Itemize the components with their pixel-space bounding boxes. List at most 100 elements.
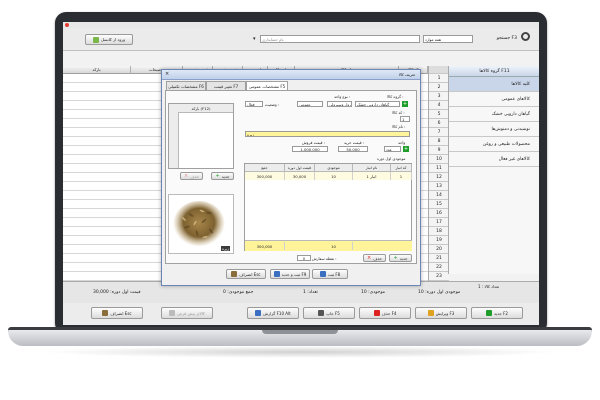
delete-button[interactable]: حذف F4 [359, 307, 411, 319]
save-new-button[interactable]: ثبت و جدید F9 [270, 269, 310, 279]
exit-button[interactable]: انصراف Esc [91, 307, 143, 319]
row-number[interactable]: 1 [429, 74, 449, 83]
row-number[interactable]: 15 [429, 200, 449, 209]
edit-button[interactable]: ویرایش F3 [415, 307, 467, 319]
row-number[interactable]: 4 [429, 101, 449, 110]
row-number[interactable]: 14 [429, 191, 449, 200]
row-number[interactable]: 18 [429, 227, 449, 236]
add-group-icon[interactable]: + [402, 101, 408, 107]
order-point-input[interactable]: 0 [297, 255, 311, 261]
default-goods-button[interactable]: کالای پیش فرض [161, 307, 213, 319]
login-button[interactable]: ورود از کانسل [85, 34, 133, 45]
barcode-list[interactable]: بارکد (F12) [168, 103, 234, 169]
row-number[interactable]: 3 [429, 92, 449, 101]
barcode-row-header [169, 112, 179, 168]
unit2-select[interactable]: عدد [384, 146, 401, 152]
sell-input[interactable]: 1,000,000 [292, 146, 328, 152]
new-button-label: جدید F2 [494, 310, 508, 316]
stock-totals-row: 10 300,000 [245, 240, 412, 251]
search-input[interactable]: نام حسابداری [260, 35, 420, 43]
star-icon [169, 310, 176, 316]
name-input[interactable]: زیره [245, 131, 410, 137]
group-select[interactable]: گیاهان دارویی خشک [355, 101, 400, 107]
stock-row[interactable]: 1 انبار 1 10 30,000 300,000 [245, 172, 412, 180]
stock-col-price: قیمت اول دوره [285, 164, 315, 172]
stock-add-button[interactable]: + جدید [389, 254, 412, 262]
save-button[interactable]: ثبت F8 [312, 269, 348, 279]
status-price-first: قیمت اول دوره: 30,000 [93, 290, 141, 295]
goods-dialog: تعریف کالا × مشخصات تکمیلی F6 تغییر قیمت… [161, 69, 421, 286]
add-unit-icon[interactable]: + [403, 146, 409, 152]
delete-icon: × [367, 255, 372, 261]
buy-input[interactable]: 50,000 [338, 146, 368, 152]
new-button[interactable]: جدید F2 [471, 307, 523, 319]
stock-delete-label: حذف [373, 255, 382, 261]
laptop-shadow [40, 346, 560, 358]
row-number[interactable]: 7 [429, 128, 449, 137]
category-item[interactable]: کالاهای عمومی [449, 92, 539, 107]
row-number[interactable]: 20 [429, 245, 449, 254]
tab-general[interactable]: مشخصات عمومی F5 [246, 81, 288, 90]
row-number[interactable]: 6 [429, 119, 449, 128]
row-number[interactable]: 23 [429, 272, 449, 281]
status-select[interactable]: فعال [245, 101, 263, 107]
row-number[interactable]: 9 [429, 146, 449, 155]
row-number[interactable]: 13 [429, 182, 449, 191]
stock-cell-qty: 10 [315, 172, 353, 180]
row-number[interactable]: 19 [429, 236, 449, 245]
row-number[interactable]: 21 [429, 254, 449, 263]
exit-icon [231, 271, 238, 277]
row-number-column: 1 2 3 4 5 6 7 8 9 10 11 12 13 14 15 16 1… [428, 66, 449, 290]
close-icon[interactable]: × [165, 71, 169, 77]
category-item[interactable]: گیاهان دارویی خشک [449, 107, 539, 122]
big-unit-select[interactable]: رول وسیرولی [327, 101, 352, 107]
row-number[interactable]: 10 [429, 155, 449, 164]
row-number[interactable]: 16 [429, 209, 449, 218]
code-input[interactable]: 1 [400, 116, 410, 122]
status-stock-first: موجودی اول دوره: 10 [418, 290, 461, 295]
row-number[interactable]: 5 [429, 110, 449, 119]
app-window: جستجو F3 همه موارد نام حسابداری ▾ ورود ا… [63, 22, 539, 325]
category-sidebar: گروه کالاها F11 کلیه کالاها کالاهای عموم… [448, 66, 539, 274]
sell-label: قیمت فروش : [302, 140, 325, 145]
row-number[interactable]: 22 [429, 263, 449, 272]
stock-add-label: جدید [399, 255, 408, 261]
barcode-delete-button[interactable]: × حذف [180, 172, 203, 180]
product-image[interactable]: زیره [168, 194, 234, 254]
buy-label: قیمت خرید : [344, 140, 365, 145]
exit-button-label: انصراف Esc [110, 310, 132, 316]
app-logo-icon [65, 23, 69, 27]
unit-type-select[interactable]: عمومی [297, 101, 323, 107]
search-by-select[interactable]: همه موارد [423, 35, 473, 43]
stock-total-sum: 300,000 [245, 242, 285, 250]
row-number[interactable]: 17 [429, 218, 449, 227]
default-goods-button-label: کالای پیش فرض [177, 310, 205, 316]
report-button[interactable]: گزارش F10 Alt [247, 307, 299, 319]
status-stock: موجودی: 10 [361, 290, 386, 295]
barcode-add-button[interactable]: + جدید [211, 172, 234, 180]
stock-cell-name: انبار 1 [353, 172, 391, 180]
unit2-label: واحد [398, 140, 406, 145]
row-number[interactable]: 2 [429, 83, 449, 92]
print-button[interactable]: جاپ F5 [303, 307, 355, 319]
category-item[interactable]: کلیه کالاها [449, 77, 539, 92]
row-number[interactable]: 8 [429, 137, 449, 146]
tab-price[interactable]: تغییر قیمت F7 [206, 81, 246, 90]
stock-table[interactable]: کد انبار نام انبار موجودی قیمت اول دوره … [244, 163, 412, 251]
chevron-down-icon[interactable]: ▾ [253, 36, 256, 42]
status-count: تعداد: 1 [303, 290, 318, 295]
dialog-title: تعریف کالا [398, 72, 415, 77]
stock-delete-button[interactable]: × حذف [363, 254, 386, 262]
row-number[interactable]: 12 [429, 173, 449, 182]
category-item[interactable]: نوشیدنی و دمنوش‌ها [449, 122, 539, 137]
category-item[interactable]: محصولات طبیعی و روغن [449, 137, 539, 152]
search-icon[interactable] [521, 32, 530, 41]
row-number[interactable]: 11 [429, 164, 449, 173]
toolbar: جستجو F3 همه موارد نام حسابداری ▾ ورود ا… [63, 28, 539, 51]
col-barcode[interactable]: بارکد [63, 66, 131, 74]
save-icon [319, 271, 326, 277]
category-item[interactable]: کالاهای غیر فعال [449, 152, 539, 167]
tab-extra[interactable]: مشخصات تکمیلی F6 [166, 81, 206, 90]
cancel-button[interactable]: انصراف Esc [226, 269, 266, 279]
add-icon: + [393, 255, 398, 261]
